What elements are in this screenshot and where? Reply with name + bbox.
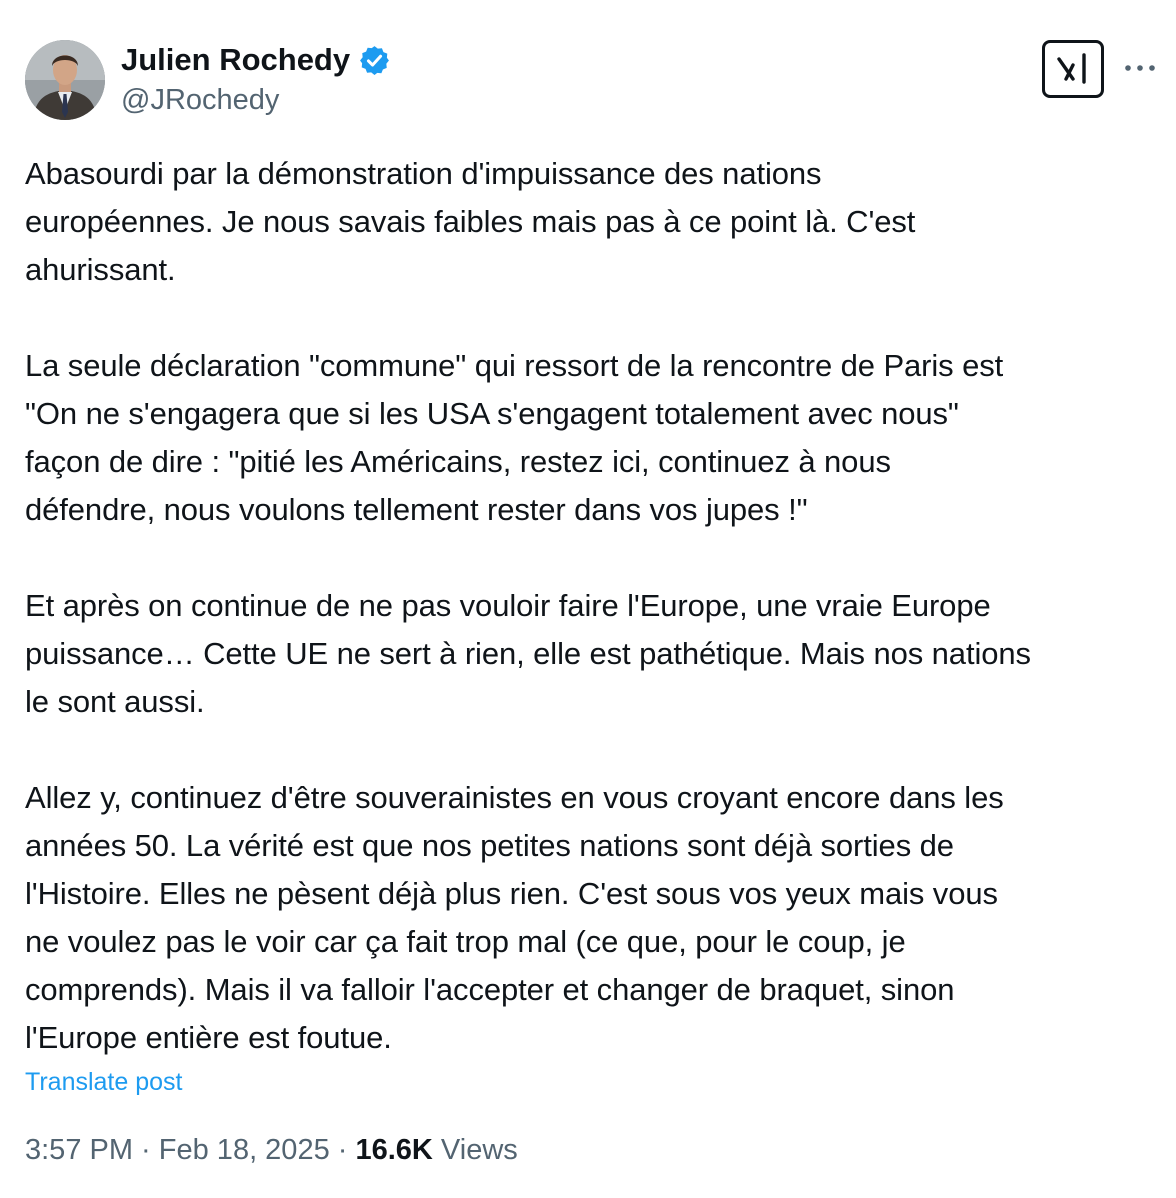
meta-separator: · [133, 1134, 159, 1166]
author-name[interactable]: Julien Rochedy [121, 42, 391, 78]
post-paragraph: Abasourdi par la démonstration d'impuiss… [25, 156, 916, 287]
views-count: 16.6K [355, 1134, 433, 1166]
verified-badge-icon [358, 44, 391, 77]
more-options-icon [1125, 65, 1155, 71]
translate-post-link[interactable]: Translate post [25, 1068, 182, 1097]
avatar[interactable] [25, 40, 105, 120]
post-date[interactable]: Feb 18, 2025 [159, 1134, 330, 1167]
tweet-card: Julien Rochedy @JRochedy Abasourdi par l… [0, 0, 1176, 1198]
post-metadata: 3:57 PM · Feb 18, 2025 · 16.6K Views [25, 1134, 518, 1167]
author-name-text: Julien Rochedy [121, 42, 351, 77]
avatar-photo [25, 40, 105, 120]
author-handle[interactable]: @JRochedy [121, 84, 279, 117]
grok-button[interactable] [1042, 40, 1104, 98]
post-time[interactable]: 3:57 PM [25, 1134, 133, 1167]
post-paragraph: Et après on continue de ne pas vouloir f… [25, 588, 1031, 719]
post-text: Abasourdi par la démonstration d'impuiss… [25, 150, 1165, 1062]
meta-separator: · [329, 1134, 356, 1166]
views-label: Views [432, 1134, 518, 1166]
post-paragraph: Allez y, continuez d'être souverainistes… [25, 780, 1004, 1055]
grok-logo-icon [1057, 53, 1086, 84]
post-paragraph: La seule déclaration "commune" qui resso… [25, 348, 1004, 527]
more-options-button[interactable] [1120, 50, 1160, 86]
